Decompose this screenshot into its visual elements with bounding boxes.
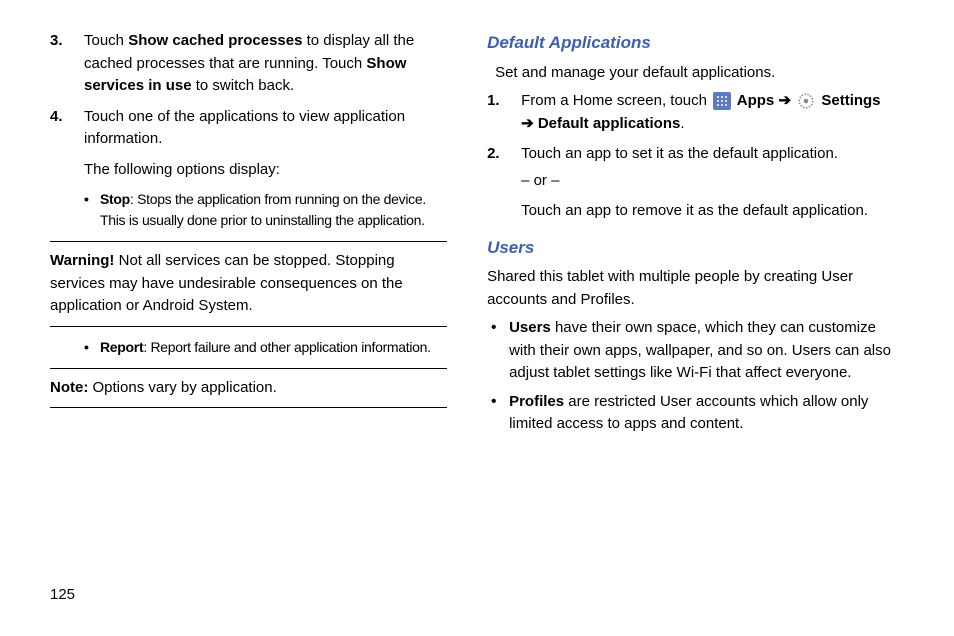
heading-users: Users	[487, 235, 904, 261]
intro-users: Shared this tablet with multiple people …	[487, 266, 904, 311]
list-item-4: 4. Touch one of the applications to view…	[50, 106, 447, 151]
arrow-icon: ➔	[521, 115, 538, 132]
text: From a Home screen, touch	[521, 92, 711, 109]
or-text: – or –	[521, 170, 904, 193]
list-item-2: 2. Touch an app to set it as the default…	[487, 143, 904, 223]
list-number: 3.	[50, 30, 63, 53]
left-column: 3. Touch Show cached processes to displa…	[50, 30, 447, 442]
default-apps-label: Default applications	[538, 115, 681, 132]
list-number: 4.	[50, 106, 63, 129]
apps-grid-icon	[713, 92, 731, 110]
arrow-icon: ➔	[774, 92, 795, 109]
bullet-label: Users	[509, 319, 551, 336]
note-text: Options vary by application.	[88, 379, 276, 396]
text: Touch	[84, 32, 128, 49]
bullet-label: Profiles	[509, 393, 564, 410]
sub-text: The following options display:	[50, 159, 447, 182]
numbered-list: 3. Touch Show cached processes to displa…	[50, 30, 447, 151]
settings-gear-icon	[797, 92, 815, 110]
bullet-dot: •	[491, 391, 496, 414]
warning-label: Warning!	[50, 252, 114, 269]
apps-label: Apps	[733, 92, 774, 109]
page-number: 125	[50, 584, 75, 607]
text: Touch one of the applications to view ap…	[84, 108, 405, 148]
bullet-text: have their own space, which they can cus…	[509, 319, 891, 381]
bullet-label: Report	[100, 339, 143, 355]
bullet-stop: • Stop: Stops the application from runni…	[50, 189, 447, 231]
intro-text: Set and manage your default applications…	[487, 62, 904, 85]
text: Touch an app to remove it as the default…	[521, 200, 904, 223]
bullet-label: Stop	[100, 191, 130, 207]
bullet-dot: •	[491, 317, 496, 340]
bullet-dot: •	[84, 189, 89, 210]
right-column: Default Applications Set and manage your…	[487, 30, 904, 442]
list-number: 2.	[487, 143, 500, 166]
bullet-users: • Users have their own space, which they…	[491, 317, 904, 385]
numbered-list-right: 1. From a Home screen, touch Apps ➔ Sett…	[487, 90, 904, 223]
settings-label: Settings	[817, 92, 880, 109]
bullet-text: : Report failure and other application i…	[143, 339, 430, 355]
text: to switch back.	[192, 77, 295, 94]
list-item-1: 1. From a Home screen, touch Apps ➔ Sett…	[487, 90, 904, 135]
note-block: Note: Options vary by application.	[50, 368, 447, 409]
bullet-profiles: • Profiles are restricted User accounts …	[491, 391, 904, 436]
heading-default-applications: Default Applications	[487, 30, 904, 56]
text: Touch an app to set it as the default ap…	[521, 145, 838, 162]
note-label: Note:	[50, 379, 88, 396]
list-item-3: 3. Touch Show cached processes to displa…	[50, 30, 447, 98]
bullet-dot: •	[84, 337, 89, 358]
list-number: 1.	[487, 90, 500, 113]
bullet-report: • Report: Report failure and other appli…	[50, 337, 447, 358]
text: .	[680, 115, 684, 132]
bold-text: Show cached processes	[128, 32, 302, 49]
bullet-text: : Stops the application from running on …	[100, 191, 426, 228]
warning-block: Warning! Not all services can be stopped…	[50, 241, 447, 327]
